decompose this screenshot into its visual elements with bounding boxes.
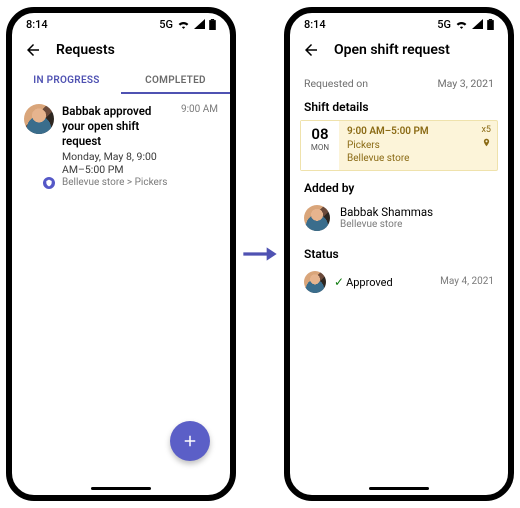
request-meta: Bellevue store > Pickers [62, 177, 173, 188]
person-store: Bellevue store [340, 219, 433, 230]
signal-icon [472, 19, 483, 29]
phone-detail: 8:14 5G Open shift request Requested on … [284, 7, 514, 501]
status-row: ✓Approved May 4, 2021 [290, 267, 508, 297]
shift-group: Pickers [347, 139, 489, 153]
home-indicator[interactable] [369, 487, 429, 490]
request-body: Babbak approved your open shift request … [62, 104, 173, 188]
request-time: 9:00 AM [181, 104, 218, 188]
request-title: Babbak approved your open shift request [62, 104, 173, 149]
status-text: ✓Approved [334, 275, 432, 289]
tab-completed[interactable]: COMPLETED [121, 67, 230, 94]
shift-extras: x5 [481, 124, 491, 151]
location-icon [482, 138, 491, 147]
shift-count: x5 [481, 124, 491, 136]
wifi-icon [177, 19, 190, 29]
shift-badge-icon [41, 175, 57, 191]
header: Requests [12, 35, 230, 67]
status-time: 8:14 [304, 18, 326, 31]
plus-icon [181, 432, 199, 450]
avatar-image [24, 104, 54, 134]
shift-time: 9:00 AM–5:00 PM [347, 125, 489, 139]
avatar-image [304, 271, 326, 293]
network-label: 5G [437, 18, 451, 31]
battery-icon [487, 19, 494, 30]
requested-label: Requested on [304, 77, 368, 90]
shift-day: 08 [301, 125, 339, 143]
back-icon[interactable] [24, 41, 42, 59]
flow-arrow-icon [242, 244, 278, 264]
status-label: Status [290, 237, 508, 267]
status-indicators: 5G [159, 18, 216, 31]
status-bar: 8:14 5G [12, 13, 230, 35]
status-value: Approved [346, 276, 393, 289]
status-bar: 8:14 5G [290, 13, 508, 35]
person-name: Babbak Shammas [340, 205, 433, 219]
added-by-row[interactable]: Babbak Shammas Bellevue store [290, 201, 508, 237]
network-label: 5G [159, 18, 173, 31]
phone-requests: 8:14 5G Requests IN PROGRESS COMPLETED B… [6, 7, 236, 501]
page-title: Open shift request [334, 42, 450, 58]
shift-date: 08 MON [301, 121, 339, 170]
avatar [24, 104, 54, 188]
request-item[interactable]: Babbak approved your open shift request … [24, 104, 218, 188]
requested-date: May 3, 2021 [437, 77, 494, 90]
page-title: Requests [56, 42, 115, 58]
avatar-image [304, 205, 330, 231]
status-date: May 4, 2021 [440, 276, 494, 287]
battery-icon [209, 19, 216, 30]
shift-store: Bellevue store [347, 152, 489, 166]
request-sub: Monday, May 8, 9:00 AM–5:00 PM [62, 150, 173, 176]
tabs: IN PROGRESS COMPLETED [12, 67, 230, 94]
person-info: Babbak Shammas Bellevue store [340, 205, 433, 230]
header: Open shift request [290, 35, 508, 67]
shift-dow: MON [301, 143, 339, 152]
check-icon: ✓ [334, 275, 344, 289]
back-icon[interactable] [302, 41, 320, 59]
tab-in-progress[interactable]: IN PROGRESS [12, 67, 121, 94]
wifi-icon [455, 19, 468, 29]
status-indicators: 5G [437, 18, 494, 31]
requested-row: Requested on May 3, 2021 [290, 67, 508, 90]
status-time: 8:14 [26, 18, 48, 31]
signal-icon [194, 19, 205, 29]
shift-card[interactable]: 08 MON 9:00 AM–5:00 PM Pickers Bellevue … [300, 120, 498, 171]
home-indicator[interactable] [91, 487, 151, 490]
added-by-label: Added by [290, 171, 508, 201]
add-button[interactable] [170, 421, 210, 461]
shift-body: 9:00 AM–5:00 PM Pickers Bellevue store x… [339, 121, 497, 170]
shift-details-label: Shift details [290, 90, 508, 120]
